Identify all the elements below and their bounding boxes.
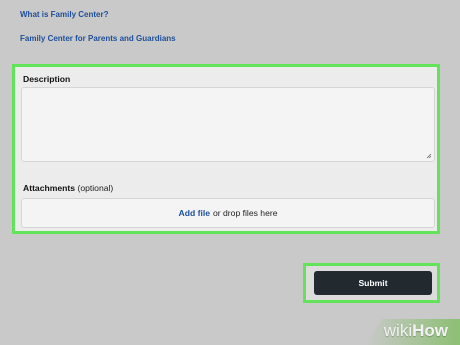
drop-files-text: or drop files here (213, 208, 278, 218)
description-label: Description (23, 74, 71, 84)
submit-highlight: Submit (303, 263, 440, 303)
family-center-parents-link[interactable]: Family Center for Parents and Guardians (20, 34, 176, 43)
attachments-label: Attachments (23, 183, 76, 193)
add-file-link[interactable]: Add file (178, 208, 210, 218)
watermark-how: How (412, 321, 448, 340)
wikihow-watermark: wikiHow (384, 322, 448, 339)
description-attachments-panel: Description Attachments (optional) Add f… (12, 64, 440, 234)
family-center-link[interactable]: What is Family Center? (20, 10, 108, 19)
support-form-page: What is Family Center? Family Center for… (0, 0, 460, 345)
watermark-wiki: wiki (383, 321, 413, 340)
description-textarea[interactable] (21, 87, 435, 162)
attachments-optional-label: (optional) (77, 183, 114, 193)
file-drop-zone[interactable]: Add file or drop files here (21, 198, 435, 228)
submit-button[interactable]: Submit (314, 271, 432, 295)
attachments-label-group: Attachments (optional) (23, 183, 113, 193)
resize-handle-icon[interactable] (426, 153, 432, 159)
